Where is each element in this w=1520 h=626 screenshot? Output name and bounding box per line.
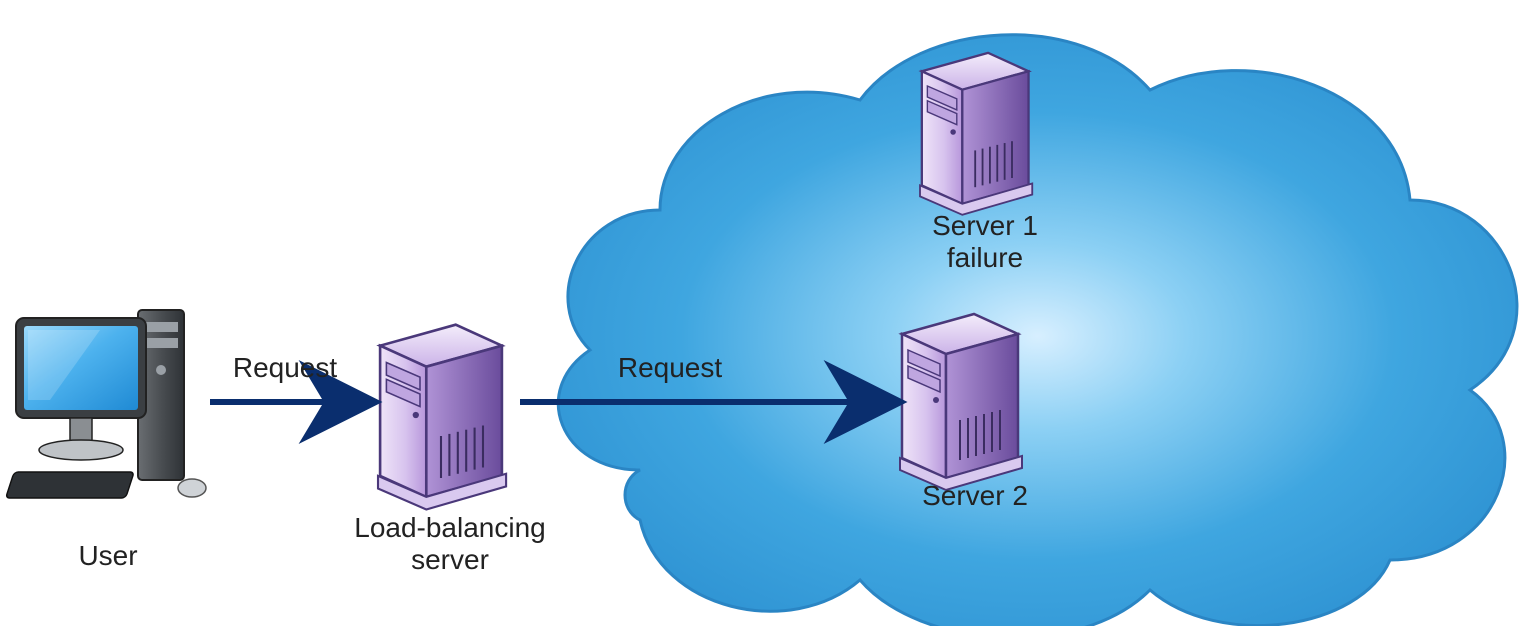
server-1-label: Server 1 failure [905,210,1065,274]
load-balancer-icon [378,325,506,510]
request-label-2: Request [600,352,740,384]
user-label: User [58,540,158,572]
server-1-icon [920,53,1032,215]
server-2-label: Server 2 [895,480,1055,512]
server-2-icon [900,314,1022,490]
desktop-computer-icon [6,310,206,498]
load-balancer-label: Load-balancing server [330,512,570,576]
request-label-1: Request [225,352,345,384]
cloud-icon [558,35,1517,626]
diagram-stage: User Request Request Load-balancing serv… [0,0,1520,626]
diagram-svg [0,0,1520,626]
